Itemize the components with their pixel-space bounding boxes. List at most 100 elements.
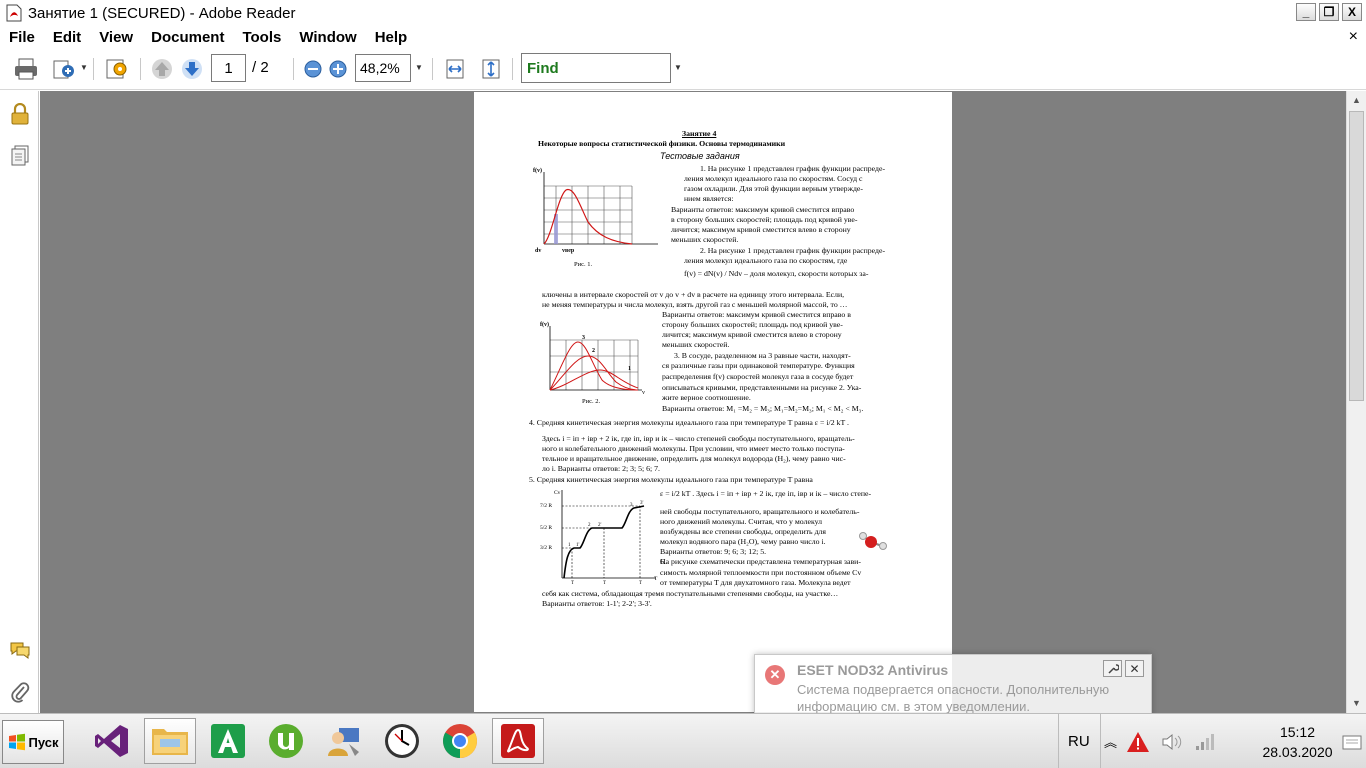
print-icon[interactable] — [12, 56, 40, 82]
utorrent-icon[interactable] — [260, 718, 312, 764]
minimize-button[interactable]: _ — [1296, 3, 1316, 21]
windows-logo-icon — [8, 733, 25, 751]
fig2-curve-1: 1 — [628, 366, 631, 372]
page-number-input[interactable]: 1 — [211, 54, 246, 82]
doc-line: Варианты ответов: максимум кривой смести… — [671, 205, 855, 214]
svg-text:T: T — [571, 581, 574, 586]
svg-text:1: 1 — [568, 543, 571, 548]
show-hidden-icons-icon[interactable]: ︽ — [1104, 714, 1117, 768]
antivirus-notification[interactable]: ✕ ESET NOD32 Antivirus Система подвергае… — [754, 654, 1152, 720]
doc-subheading: Некоторые вопросы статистической физики.… — [538, 139, 786, 148]
find-input[interactable]: Find — [521, 53, 671, 83]
menu-document[interactable]: Document — [142, 29, 233, 46]
menu-tools[interactable]: Tools — [233, 29, 290, 46]
network-icon[interactable] — [1194, 714, 1216, 768]
menu-edit[interactable]: Edit — [44, 29, 90, 46]
error-icon: ✕ — [765, 665, 785, 685]
clock[interactable]: 15:12 28.03.2020 — [1255, 722, 1340, 762]
notification-close-icon[interactable]: ✕ — [1125, 660, 1144, 677]
action-center-icon[interactable] — [1342, 734, 1362, 752]
close-document-button[interactable]: × — [1349, 28, 1358, 46]
adobe-reader-icon[interactable] — [492, 718, 544, 764]
scroll-down-icon[interactable]: ▼ — [1347, 694, 1366, 712]
fig2-caption: Рис. 2. — [582, 398, 601, 405]
zoom-out-icon[interactable] — [302, 56, 324, 82]
doc-line: 5. Средняя кинетическая энергия молекулы… — [529, 475, 813, 484]
fig3-tick-72r: 7/2 R — [540, 503, 553, 509]
svg-text:2': 2' — [598, 523, 602, 528]
doc-line: Варианты ответов: M₁ =M₂ = M₃; M₁=M₂=M₃;… — [662, 404, 864, 413]
doc-line: 1. На рисунке 1 представлен график функц… — [700, 164, 886, 173]
document-viewport[interactable]: Занятие 4 Некоторые вопросы статистическ… — [40, 91, 1346, 713]
warning-icon[interactable] — [1126, 714, 1150, 768]
doc-line: меньших скоростей. — [671, 235, 739, 244]
fig3-tick-52r: 5/2 R — [540, 525, 553, 531]
comments-icon[interactable] — [9, 639, 31, 661]
notification-settings-icon[interactable] — [1103, 660, 1122, 677]
fig2-ylabel: f(v) — [540, 322, 549, 328]
svg-text:3: 3 — [630, 503, 633, 508]
zoom-dropdown-icon[interactable]: ▼ — [415, 63, 423, 72]
lock-icon[interactable] — [9, 103, 31, 125]
volume-icon[interactable] — [1160, 714, 1184, 768]
doc-line: ного движений молекулы. Считая, что у мо… — [660, 517, 823, 526]
close-button[interactable]: X — [1342, 3, 1362, 21]
user-admin-icon[interactable] — [318, 718, 370, 764]
svg-text:T: T — [639, 581, 642, 586]
fit-page-icon[interactable] — [479, 56, 503, 82]
doc-line: сторону больших скоростей; площадь под к… — [662, 320, 843, 329]
doc-line: газом охладили. Для этой функции верным … — [684, 184, 863, 193]
vertical-scrollbar[interactable]: ▲ ▼ — [1346, 91, 1366, 713]
next-page-icon[interactable] — [180, 56, 204, 82]
fig1-caption: Рис. 1. — [574, 261, 593, 268]
taskbar: Пуск RU ︽ 15:12 28.03.2020 — [0, 713, 1366, 768]
previous-page-icon[interactable] — [150, 56, 174, 82]
scrollbar-thumb[interactable] — [1349, 111, 1364, 401]
attachments-icon[interactable] — [9, 681, 31, 703]
svg-text:3': 3' — [640, 501, 644, 506]
file-explorer-icon[interactable] — [144, 718, 196, 764]
find-dropdown-icon[interactable]: ▼ — [674, 63, 682, 72]
menu-file[interactable]: File — [0, 29, 44, 46]
figure-2: f(v) v 3 2 1 — [540, 320, 646, 398]
doc-line: распределения f(v) скоростей молекул газ… — [662, 372, 854, 381]
doc-line: Здесь i = iп + iвр + 2 iк, где iп, iвр и… — [542, 434, 855, 443]
clock-time: 15:12 — [1279, 724, 1316, 740]
visual-studio-icon[interactable] — [86, 718, 138, 764]
fit-width-icon[interactable] — [443, 56, 467, 82]
zoom-input[interactable]: 48,2% — [355, 54, 411, 82]
menu-help[interactable]: Help — [366, 29, 417, 46]
fig1-ylabel: f(v) — [533, 168, 542, 174]
chrome-icon[interactable] — [434, 718, 486, 764]
window-title: Занятие 1 (SECURED) - Adobe Reader — [28, 4, 296, 22]
doc-line: Варианты ответов: 1-1'; 2-2'; 3-3'. — [542, 599, 652, 608]
pages-icon[interactable] — [9, 145, 31, 167]
fig1-xlabel-v: vвер — [562, 248, 575, 254]
doc-line: ε = i/2 kT . Здесь i = iп + iвр + 2 iк, … — [660, 489, 872, 498]
clock-date: 28.03.2020 — [1262, 744, 1333, 760]
doc-line: 4. Средняя кинетическая энергия молекулы… — [529, 418, 849, 427]
start-button[interactable]: Пуск — [2, 720, 64, 764]
doc-line: жите верное соотношение. — [662, 393, 751, 402]
menu-view[interactable]: View — [90, 29, 142, 46]
clock-app-icon[interactable] — [376, 718, 428, 764]
doc-line: себя как система, обладающая тремя посту… — [542, 589, 839, 598]
share-dropdown-icon[interactable]: ▼ — [80, 63, 88, 72]
a-app-icon[interactable] — [202, 718, 254, 764]
menu-window[interactable]: Window — [290, 29, 365, 46]
doc-line: личится; максимум кривой сместится влево… — [662, 330, 842, 339]
language-indicator[interactable]: RU — [1068, 714, 1090, 768]
doc-line: не меняя температуры и числа молекул, вз… — [542, 300, 848, 309]
fig3-ylabel: Cv — [554, 490, 561, 496]
doc-line: ло i. Варианты ответов: 2; 3; 5; 6; 7. — [542, 464, 660, 473]
scroll-up-icon[interactable]: ▲ — [1347, 91, 1366, 109]
fig3-xlabel: T — [654, 576, 658, 582]
restore-button[interactable]: ❐ — [1319, 3, 1339, 21]
notification-text: Система подвергается опасности. Дополнит… — [797, 682, 1110, 714]
zoom-in-icon[interactable] — [327, 56, 349, 82]
fig1-xlabel-dv: dv — [535, 248, 542, 254]
doc-line: молекул водяного пара (H₂O), чему равно … — [660, 537, 826, 546]
settings-icon[interactable] — [103, 56, 131, 82]
doc-line: личится; максимум кривой сместится влево… — [671, 225, 851, 234]
share-icon[interactable] — [50, 56, 78, 82]
